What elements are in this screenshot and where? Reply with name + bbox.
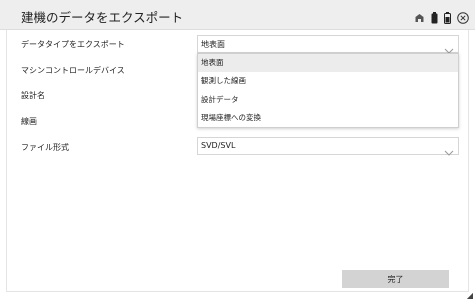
- status-icons: [408, 9, 469, 28]
- window-title: 建機のデータをエクスポート: [21, 10, 184, 25]
- export-type-value: 地表面: [201, 40, 225, 49]
- dropdown-option[interactable]: 現場座標への変換: [198, 109, 458, 127]
- export-type-dropdown: 地表面 観測した線画 設計データ 現場座標への変換: [197, 53, 459, 128]
- battery-icon: [431, 9, 438, 28]
- design-name-label: 設計名: [21, 91, 45, 100]
- chevron-down-icon: [444, 142, 454, 161]
- linework-label: 線画: [21, 117, 37, 126]
- done-button[interactable]: 完了: [342, 270, 449, 288]
- title-bar: 建機のデータをエクスポート: [0, 0, 475, 30]
- dropdown-option[interactable]: 地表面: [198, 54, 458, 72]
- resize-corner-icon: ◢: [466, 291, 473, 300]
- battery-icon: [444, 9, 451, 28]
- file-format-value: SVD/SVL: [201, 141, 236, 150]
- dropdown-option[interactable]: 観測した線画: [198, 72, 458, 90]
- network-icon: [414, 9, 425, 28]
- machine-control-label: マシンコントロールデバイス: [21, 66, 125, 75]
- dropdown-option[interactable]: 設計データ: [198, 91, 458, 109]
- export-type-label: データタイプをエクスポート: [21, 40, 125, 49]
- export-type-select[interactable]: 地表面: [197, 35, 459, 54]
- file-format-select[interactable]: SVD/SVL: [197, 137, 459, 156]
- file-format-label: ファイル形式: [21, 143, 69, 152]
- close-icon[interactable]: [457, 9, 469, 28]
